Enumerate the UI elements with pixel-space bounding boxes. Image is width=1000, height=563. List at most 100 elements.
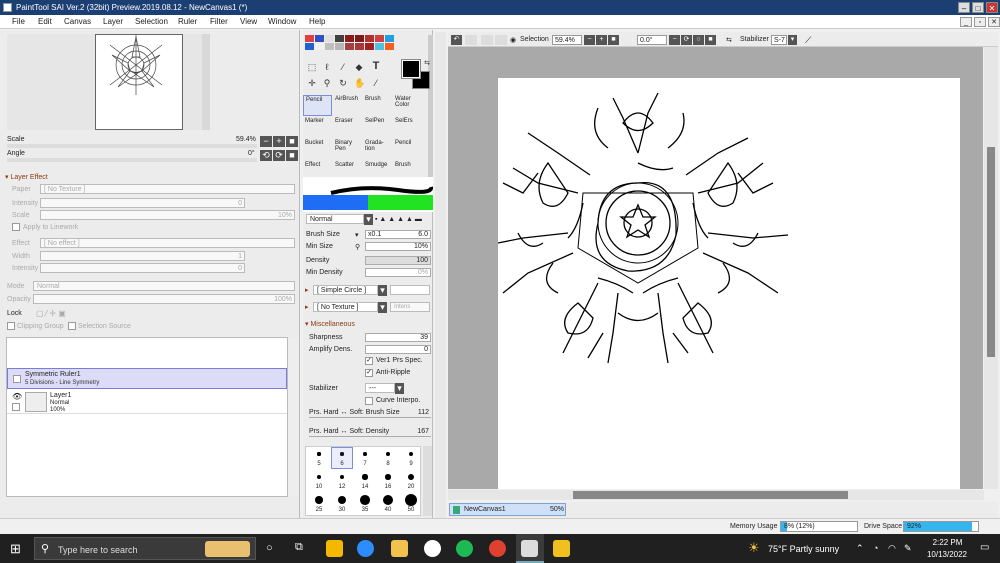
color-swatch[interactable]	[315, 43, 324, 50]
eyedropper-icon[interactable]: ⁄	[371, 78, 381, 88]
anti-ripple-checkbox[interactable]: ✓	[365, 369, 373, 377]
notifications-icon[interactable]: ▭	[980, 542, 989, 553]
brush-shape-icons[interactable]: ▪ ▲ ▲ ▲ ▲ ▬	[375, 216, 422, 223]
tool-preset-airbrush[interactable]: AirBrush	[333, 95, 362, 116]
menu-selection[interactable]: Selection	[135, 17, 168, 26]
opacity-slider[interactable]: 100%	[33, 294, 295, 304]
canvas-zoom-in-button[interactable]: +	[596, 35, 607, 45]
brush-size-dot[interactable]	[407, 473, 415, 481]
brush-size-dot[interactable]	[385, 474, 391, 480]
clock-date[interactable]: 10/13/2022	[922, 550, 972, 559]
zoom-out-button[interactable]: −	[260, 136, 272, 147]
canvas-tab[interactable]: NewCanvas1 50%	[449, 503, 566, 516]
chrome-icon[interactable]	[489, 540, 506, 557]
weather-text[interactable]: 75°F Partly sunny	[768, 544, 839, 554]
brush-size-dot[interactable]	[405, 494, 417, 506]
intensity-slider[interactable]: 0	[40, 198, 245, 208]
brush-size-dot[interactable]	[386, 452, 390, 456]
color-swatch[interactable]	[325, 35, 334, 42]
color-swatch[interactable]	[305, 35, 314, 42]
ver1-checkbox[interactable]: ✓	[365, 357, 373, 365]
close-button[interactable]: ✕	[986, 2, 998, 13]
mdi-minimize-button[interactable]: _	[960, 17, 972, 27]
straight-line-icon[interactable]: ⟋	[805, 35, 811, 46]
amplify-density-slider[interactable]: 0	[365, 345, 431, 354]
rotate-left-button[interactable]: ⟲	[260, 150, 272, 161]
tool-preset-pencil[interactable]: Pencil	[393, 139, 422, 160]
apply-linework-checkbox[interactable]	[12, 223, 20, 231]
zoom-icon[interactable]: ⚲	[322, 78, 332, 88]
canvas-rotate-right-button[interactable]: ⟳	[681, 35, 692, 45]
canvas-zoom-field[interactable]: 59.4%	[552, 35, 582, 45]
layer-row-layer1[interactable]: 👁 Layer1 Normal 100%	[7, 390, 287, 414]
taskbar-search-box[interactable]: ⚲ Type here to search	[34, 537, 256, 560]
brush-blend-dropdown[interactable]: ▾	[364, 214, 373, 225]
prs-size-slider[interactable]: Prs. Hard ↔ Soft: Brush Size 112	[309, 409, 431, 418]
canvas-rotate-reset-button[interactable]: ○	[693, 35, 704, 45]
canvas-zoom-out-button[interactable]: −	[584, 35, 595, 45]
color-swatch[interactable]	[385, 35, 394, 42]
trophy-app-icon[interactable]	[326, 540, 343, 557]
brush-texture-intensity[interactable]: Intens	[390, 302, 430, 312]
mdi-close-button[interactable]: ✕	[988, 17, 1000, 27]
brush-size-dot[interactable]	[363, 452, 367, 456]
brush-size-dropdown-icon[interactable]: ▾	[355, 231, 359, 239]
brush-size-dot[interactable]	[316, 474, 322, 480]
slides-app-icon[interactable]	[553, 540, 570, 557]
cortana-icon[interactable]: ○	[266, 542, 273, 554]
color-swatch[interactable]	[345, 43, 354, 50]
menu-edit[interactable]: Edit	[38, 17, 52, 26]
tool-preset-selpen[interactable]: SelPen	[363, 117, 392, 138]
misc-header[interactable]: ▾ Miscellaneous	[305, 320, 355, 328]
task-view-icon[interactable]: ⧉	[295, 541, 303, 554]
menu-canvas[interactable]: Canvas	[64, 17, 91, 26]
brush-shape-buttons[interactable]: ▪ ▲ ▲ ▲ ▲ ▬	[375, 214, 433, 225]
color-swatches[interactable]	[305, 35, 425, 53]
zoom-in-button[interactable]: +	[273, 136, 285, 147]
invert-selection-icon[interactable]	[495, 35, 507, 45]
brush-size-dot[interactable]	[360, 495, 370, 505]
menu-help[interactable]: Help	[309, 17, 325, 26]
deselect-icon[interactable]	[481, 35, 493, 45]
rotate-icon[interactable]: ↻	[338, 78, 348, 88]
canvas-zoom-reset-button[interactable]: ■	[608, 35, 619, 45]
file-explorer-icon[interactable]	[391, 540, 408, 557]
color-swatch[interactable]	[365, 35, 374, 42]
angle-slider[interactable]	[7, 158, 257, 162]
tool-preset-binary-pen[interactable]: Binary Pen	[333, 139, 362, 160]
color-swatch[interactable]	[365, 43, 374, 50]
spotify-icon[interactable]	[456, 540, 473, 557]
color-swatch[interactable]	[375, 43, 384, 50]
rotate-reset-button[interactable]: ■	[286, 150, 298, 161]
zoom-reset-button[interactable]: ■	[286, 136, 298, 147]
sharpness-slider[interactable]: 39	[365, 333, 431, 342]
undo-icon[interactable]: ↶	[451, 35, 462, 45]
tool-preset-brush[interactable]: Brush	[363, 95, 392, 116]
mdi-restore-button[interactable]: ▫	[974, 17, 986, 27]
move-icon[interactable]: ✛	[307, 78, 317, 88]
tray-chevron-icon[interactable]: ⌃	[856, 543, 864, 554]
panel-divider-scrollbar[interactable]	[435, 32, 446, 520]
brush-size-dot[interactable]	[362, 474, 368, 480]
tool-preset-pencil[interactable]: Pencil	[303, 95, 332, 116]
brush-size-dot[interactable]	[317, 452, 321, 456]
tool-preset-selers[interactable]: SelErs	[393, 117, 422, 138]
tool-preset-marker[interactable]: Marker	[303, 117, 332, 138]
canvas-horizontal-scrollbar[interactable]	[448, 490, 984, 500]
layer-visibility-checkbox[interactable]	[13, 375, 21, 383]
magic-wand-icon[interactable]: ⁄	[338, 62, 348, 72]
effect-select[interactable]: [ No effect ]	[40, 238, 295, 248]
rect-select-icon[interactable]: ⬚	[307, 62, 317, 72]
color-swatch[interactable]	[335, 43, 344, 50]
tool-preset-eraser[interactable]: Eraser	[333, 117, 362, 138]
blend-mode-select[interactable]: Normal	[33, 281, 295, 291]
foreground-color[interactable]	[401, 59, 421, 79]
brush-size-scrollbar[interactable]	[423, 446, 432, 516]
flip-icon[interactable]: ⇆	[726, 36, 732, 44]
text-tool-icon[interactable]: T	[371, 61, 381, 72]
canvas-angle-field[interactable]: 0.0°	[637, 35, 667, 45]
color-swatch[interactable]	[355, 35, 364, 42]
network-icon[interactable]: ◔	[873, 543, 878, 553]
prs-density-slider[interactable]: Prs. Hard ↔ Soft: Density 167	[309, 428, 431, 437]
lasso-icon[interactable]: ℓ	[322, 62, 332, 72]
